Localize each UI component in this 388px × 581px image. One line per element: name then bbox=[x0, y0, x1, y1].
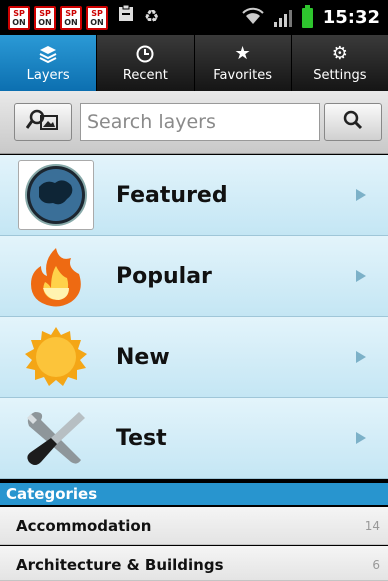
star-icon: ★ bbox=[234, 42, 251, 64]
search-bar bbox=[0, 91, 388, 154]
sp-on-icon: SP ON bbox=[8, 5, 30, 30]
search-input[interactable] bbox=[80, 103, 320, 141]
image-search-button[interactable] bbox=[14, 103, 72, 141]
sp-on-icon: SP ON bbox=[34, 5, 56, 30]
layer-title: Test bbox=[116, 426, 167, 451]
battery-icon bbox=[301, 4, 313, 28]
tab-recent[interactable]: Recent bbox=[97, 35, 195, 91]
status-bar: SP ON SP ON SP ON SP ON ♻ 15:32 bbox=[0, 0, 388, 35]
categories-header: Categories bbox=[0, 483, 388, 505]
sp-on-icon: SP ON bbox=[60, 5, 82, 30]
layer-title: New bbox=[116, 345, 170, 370]
sun-badge-icon bbox=[18, 322, 94, 392]
layer-title: Popular bbox=[116, 264, 212, 289]
tab-settings[interactable]: ⚙ Settings bbox=[292, 35, 388, 91]
chevron-right-icon bbox=[356, 351, 366, 363]
search-button[interactable] bbox=[324, 103, 382, 141]
clipboard-icon bbox=[118, 0, 134, 35]
category-item[interactable]: Architecture & Buildings 6 bbox=[0, 546, 388, 581]
recycle-icon: ♻ bbox=[144, 7, 160, 27]
tools-icon bbox=[18, 403, 94, 473]
category-count: 14 bbox=[364, 519, 380, 533]
tab-label: Favorites bbox=[213, 67, 272, 83]
flame-icon bbox=[18, 241, 94, 311]
tab-label: Layers bbox=[26, 67, 70, 83]
category-item[interactable]: Accommodation 14 bbox=[0, 507, 388, 545]
chevron-right-icon bbox=[356, 270, 366, 282]
tab-layers[interactable]: Layers bbox=[0, 35, 98, 91]
image-search-icon bbox=[25, 108, 60, 136]
tab-label: Settings bbox=[313, 67, 367, 83]
layer-item-test[interactable]: Test bbox=[0, 398, 388, 479]
sp-on-icon: SP ON bbox=[86, 5, 108, 30]
chevron-right-icon bbox=[356, 432, 366, 444]
gear-icon: ⚙ bbox=[331, 42, 348, 64]
layer-item-new[interactable]: New bbox=[0, 317, 388, 398]
signal-icon bbox=[273, 9, 292, 27]
status-clock: 15:32 bbox=[322, 7, 380, 28]
tab-favorites[interactable]: ★ Favorites bbox=[195, 35, 292, 91]
category-label: Accommodation bbox=[16, 517, 152, 535]
layers-icon bbox=[38, 44, 58, 66]
layer-item-featured[interactable]: Featured bbox=[0, 155, 388, 236]
chevron-right-icon bbox=[356, 189, 366, 201]
category-label: Architecture & Buildings bbox=[16, 556, 224, 574]
tab-label: Recent bbox=[122, 67, 168, 83]
wifi-icon bbox=[241, 7, 264, 29]
category-count: 6 bbox=[372, 558, 380, 572]
layer-title: Featured bbox=[116, 183, 228, 208]
magnifier-icon bbox=[342, 109, 364, 135]
globe-europe-icon bbox=[18, 160, 94, 230]
layer-item-popular[interactable]: Popular bbox=[0, 236, 388, 317]
clock-icon bbox=[135, 44, 155, 66]
tab-bar: Layers Recent ★ Favorites ⚙ Settings bbox=[0, 35, 388, 91]
